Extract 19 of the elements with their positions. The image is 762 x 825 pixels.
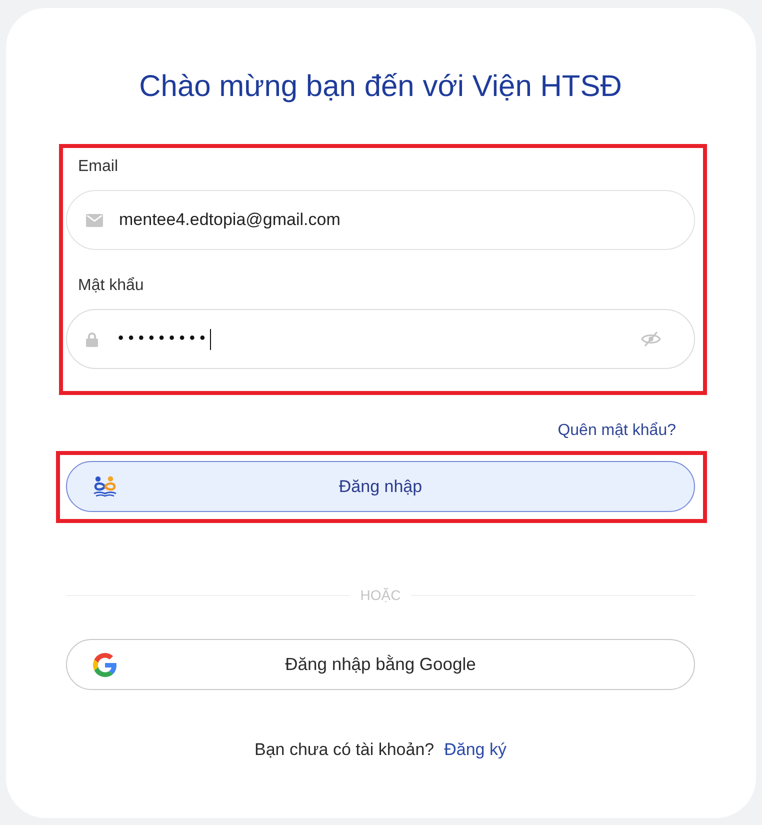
password-value: ••••••••• — [118, 329, 210, 349]
signup-prompt: Bạn chưa có tài khoản? — [254, 740, 434, 760]
text-cursor-icon — [210, 328, 212, 350]
email-value: mentee4.edtopia@gmail.com — [119, 210, 340, 230]
google-logo-icon — [93, 652, 117, 676]
people-logo-icon — [93, 476, 117, 497]
divider-label: HOẶC — [360, 586, 401, 604]
envelope-icon — [86, 214, 103, 226]
password-field[interactable]: ••••••••• — [66, 309, 695, 369]
forgot-password-link[interactable]: Quên mật khẩu? — [558, 421, 676, 441]
password-label: Mật khẩu — [78, 276, 144, 296]
lock-icon — [86, 332, 98, 346]
eye-slash-icon[interactable] — [641, 331, 661, 347]
email-field[interactable]: mentee4.edtopia@gmail.com — [66, 190, 695, 250]
welcome-title: Chào mừng bạn đến với Viện HTSĐ — [138, 69, 623, 105]
signup-link[interactable]: Đăng ký — [444, 740, 506, 760]
email-label: Email — [78, 157, 118, 177]
login-button[interactable]: Đăng nhập — [66, 461, 695, 512]
google-login-button[interactable]: Đăng nhập bằng Google — [66, 639, 695, 690]
